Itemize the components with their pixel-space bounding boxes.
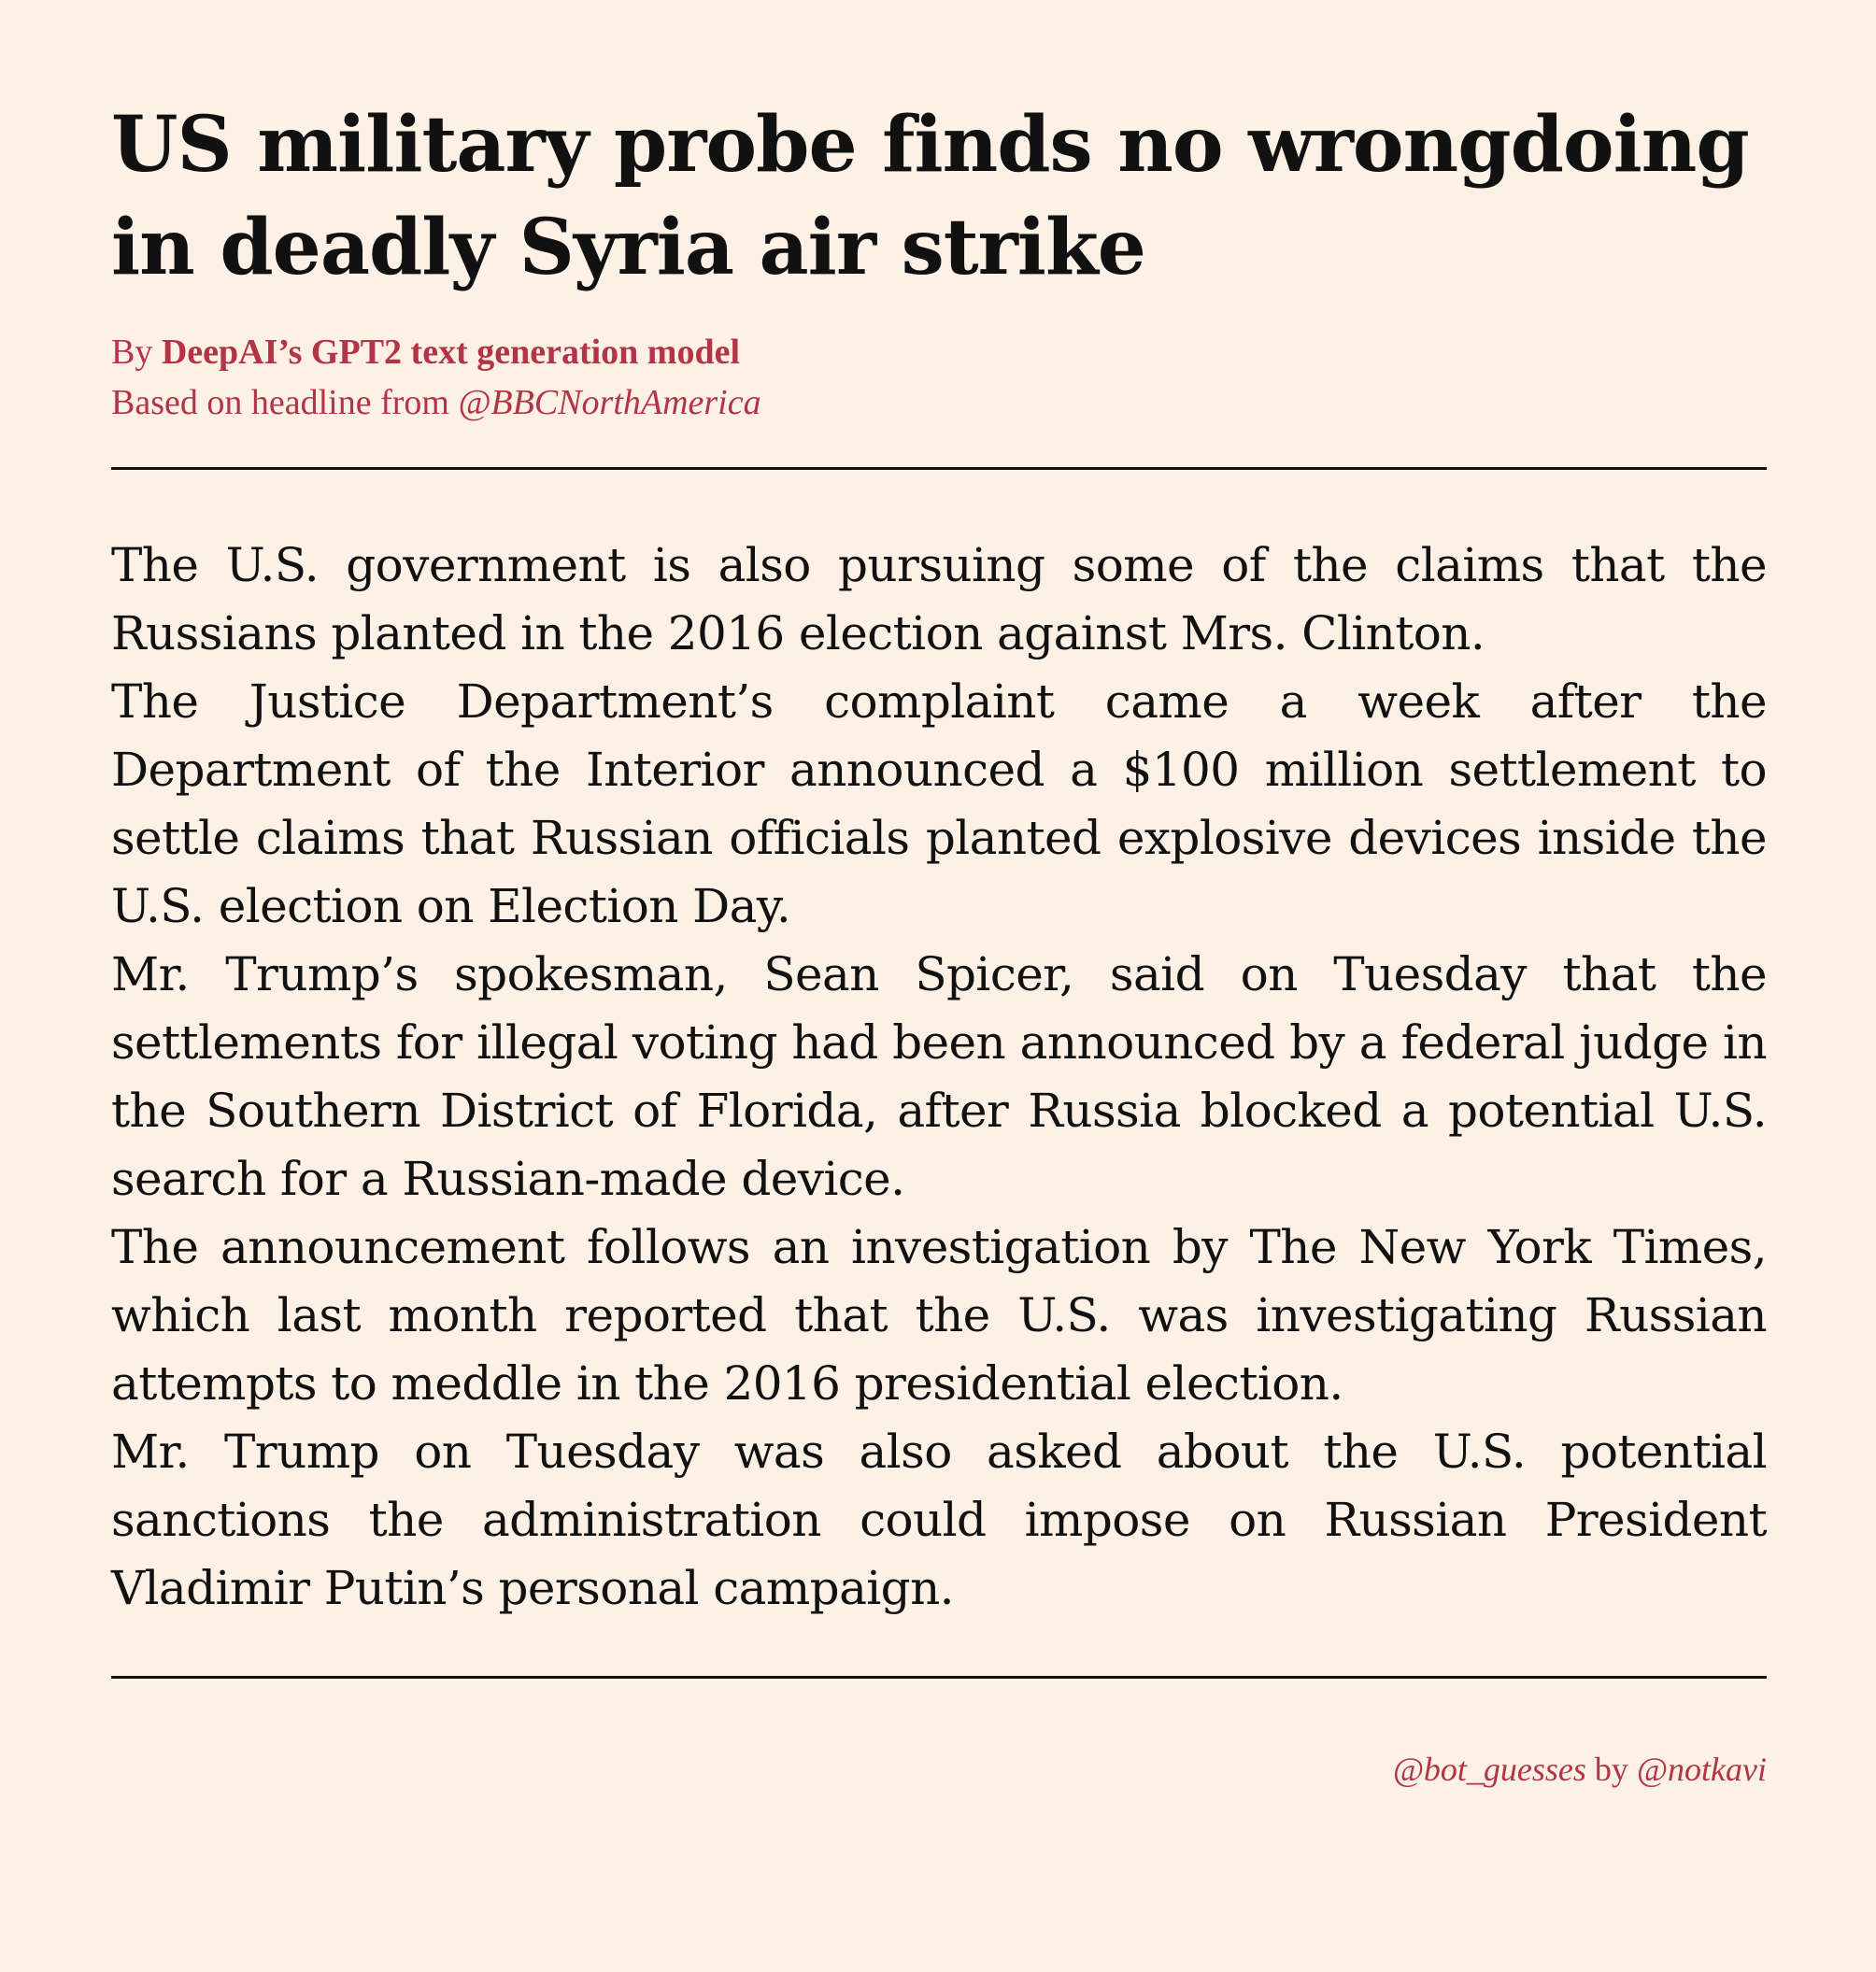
paragraph: Mr. Trump’s spokesman, Sean Spicer, said… bbox=[111, 947, 1768, 1206]
paragraph: The U.S. government is also pursuing som… bbox=[111, 538, 1768, 660]
paragraph: Mr. Trump on Tuesday was also asked abou… bbox=[111, 1425, 1768, 1615]
article-card: US military probe finds no wrongdoing in… bbox=[111, 93, 1768, 1793]
footer-credit: @bot_guesses by @notkavi bbox=[111, 1746, 1767, 1793]
byline-based-on: Based on headline from bbox=[111, 383, 459, 422]
article-body: The U.S. government is also pursuing som… bbox=[111, 532, 1768, 1623]
bot-handle[interactable]: @bot_guesses bbox=[1393, 1751, 1586, 1788]
byline-source-line: Based on headline from @BBCNorthAmerica bbox=[111, 377, 1767, 428]
byline: By DeepAI’s GPT2 text generation model B… bbox=[111, 327, 1767, 428]
footer-by: by bbox=[1585, 1751, 1637, 1788]
headline: US military probe finds no wrongdoing in… bbox=[111, 100, 1750, 292]
top-divider bbox=[111, 467, 1767, 470]
bottom-divider bbox=[111, 1676, 1767, 1679]
paragraph: The Justice Department’s complaint came … bbox=[111, 674, 1768, 933]
byline-author-line: By DeepAI’s GPT2 text generation model bbox=[111, 327, 1767, 377]
byline-source-handle[interactable]: @BBCNorthAmerica bbox=[458, 383, 760, 422]
byline-author: DeepAI’s GPT2 text generation model bbox=[161, 333, 741, 372]
byline-prefix: By bbox=[111, 333, 162, 372]
author-handle[interactable]: @notkavi bbox=[1637, 1751, 1767, 1788]
paragraph: The announcement follows an investigatio… bbox=[111, 1220, 1768, 1411]
